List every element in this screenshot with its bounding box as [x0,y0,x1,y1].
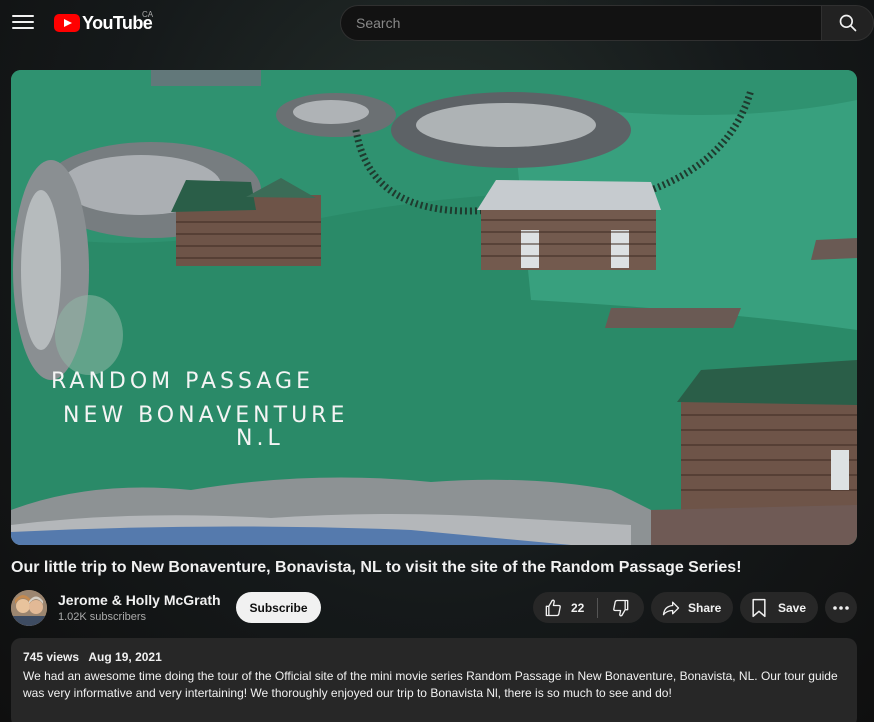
subscriber-count: 1.02K subscribers [58,611,147,623]
save-button[interactable]: Save [740,592,818,623]
share-button[interactable]: Share [651,592,733,623]
save-label: Save [778,600,807,615]
avatar-image [11,590,47,626]
country-code: CA [142,10,154,19]
thumbs-up-icon [545,599,561,616]
video-thumbnail: RANDOM PASSAGE NEW BONAVENTURE N.L [11,70,857,545]
like-dislike-group: 22 [533,592,644,623]
view-count: 745 views [23,650,80,664]
description-text: We had an awesome time doing the tour of… [23,669,838,700]
more-icon [833,605,849,610]
youtube-logo[interactable]: YouTube [54,12,153,34]
thumbnail-line-3: N.L [236,426,284,451]
thumbs-down-icon [613,599,629,616]
more-actions-button[interactable] [825,592,857,623]
like-count: 22 [571,600,585,615]
channel-name[interactable]: Jerome & Holly McGrath [58,592,221,608]
menu-icon[interactable] [12,12,34,32]
subscribe-button[interactable]: Subscribe [236,592,321,623]
youtube-play-icon [54,14,80,32]
video-player[interactable]: RANDOM PASSAGE NEW BONAVENTURE N.L [11,70,857,545]
share-icon [662,601,680,615]
dislike-button[interactable] [598,592,644,623]
youtube-watch-page: YouTube CA Search RANDOM PASSAGE NEW BON… [0,0,874,722]
video-title: Our little trip to New Bonaventure, Bona… [11,559,742,576]
search-icon [839,14,856,32]
search-input[interactable] [356,15,821,31]
search-box [340,5,821,41]
like-button[interactable]: 22 [533,592,597,623]
share-label: Share [688,600,722,615]
top-bar: YouTube CA [0,0,874,46]
upload-date: Aug 19, 2021 [88,650,162,664]
search-button[interactable] [821,5,874,41]
thumbnail-line-1: RANDOM PASSAGE [51,369,314,394]
bookmark-icon [752,598,766,617]
thumbnail-line-2: NEW BONAVENTURE [63,403,348,428]
channel-avatar[interactable] [11,590,47,626]
description-box[interactable]: 745 views Aug 19, 2021 We had an awesome… [11,638,857,722]
description-meta: 745 views Aug 19, 2021 [23,650,845,664]
